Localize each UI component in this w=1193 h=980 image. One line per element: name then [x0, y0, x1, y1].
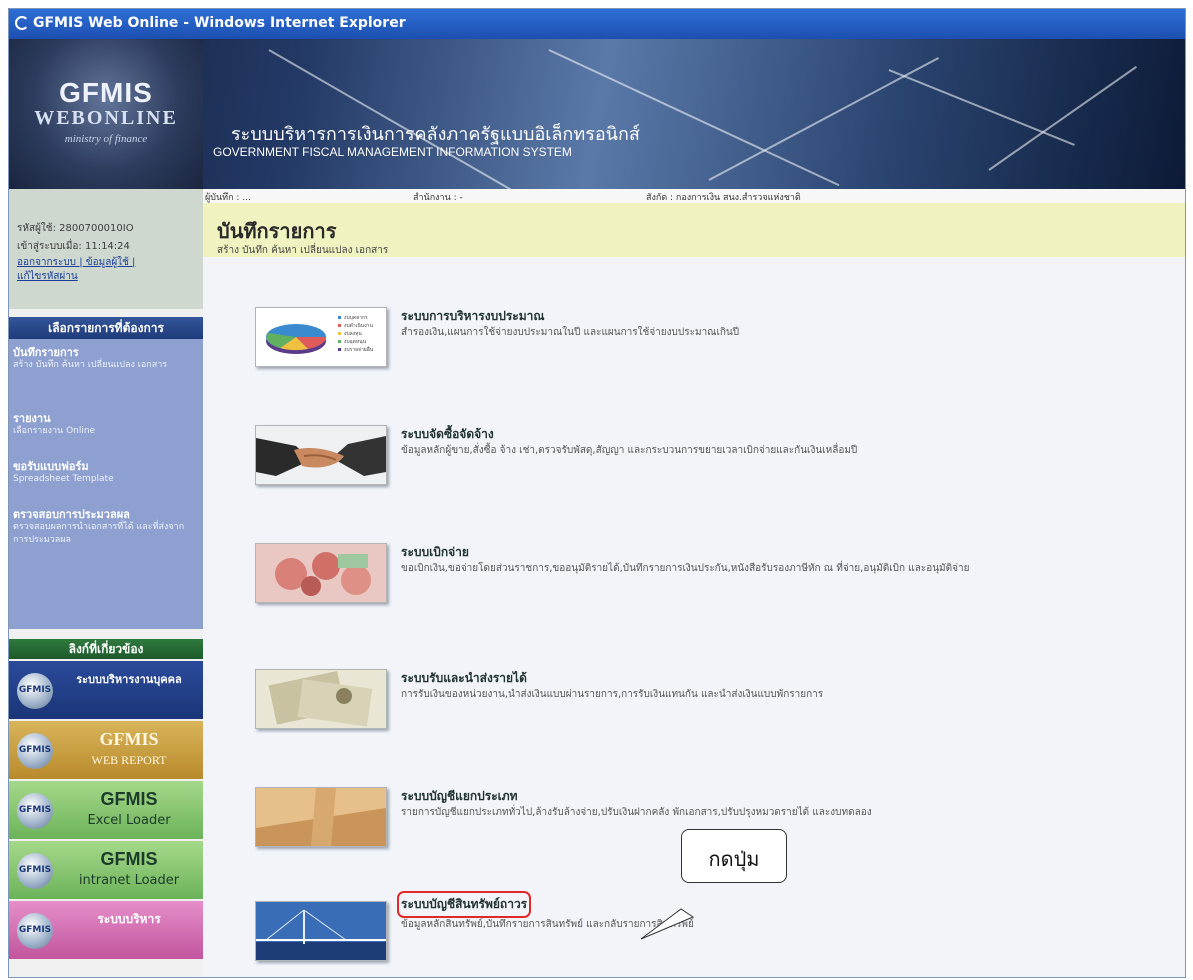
ledger-thumbnail[interactable] — [255, 787, 387, 847]
pie-legend-item: งบบุคลากร — [344, 315, 368, 321]
bridge-thumbnail[interactable] — [255, 901, 387, 961]
page-subtitle: สร้าง บันทึก ค้นหา เปลี่ยนแปลง เอกสาร — [217, 245, 389, 256]
system-title[interactable]: ระบบการบริหารงบประมาณ — [401, 307, 545, 326]
pie-legend-item: งบดำเนินงาน — [344, 322, 373, 329]
left-sidebar: รหัสผู้ใช้: 2800700010IO เข้าสู่ระบบเมื่… — [9, 189, 203, 977]
login-time: เข้าสู่ระบบเมื่อ: 11:14:24 — [17, 241, 130, 252]
info-bar: ผู้บันทึก : ... สำนักงาน : - สังกัด : กอ… — [203, 189, 1185, 203]
gfmis-banner: GFMIS WEBONLINE ministry of finance ระบบ… — [9, 39, 1185, 189]
globe-icon: GFMIS — [17, 853, 53, 889]
callout-text: กดปุ่ม — [708, 847, 760, 871]
system-desc: การรับเงินของหน่วยงาน,นำส่งเงินแบบผ่านรา… — [401, 689, 824, 700]
window-title: GFMIS Web Online - Windows Internet Expl… — [33, 15, 406, 31]
pie-legend-item: งบรายจ่ายอื่น — [344, 346, 374, 353]
sidebar-item-record[interactable]: บันทึกรายการ สร้าง บันทึก ค้นหา เปลี่ยนแ… — [9, 343, 203, 395]
budget-chart-thumbnail[interactable]: งบบุคลากร งบดำเนินงาน งบลงทุน งบอุดหนุน … — [255, 307, 387, 367]
title-bar: GFMIS Web Online - Windows Internet Expl… — [9, 9, 1185, 39]
system-revenue[interactable]: ระบบรับและนำส่งรายได้ การรับเงินของหน่วย… — [255, 669, 1175, 749]
system-title[interactable]: ระบบเบิกจ่าย — [401, 543, 469, 562]
logout-link[interactable]: ออกจากระบบ | ข้อมูลผู้ใช้ | — [17, 255, 135, 270]
system-desc: ขอเบิกเงิน,ขอจ่ายโดยส่วนราชการ,ขออนุมัติ… — [401, 563, 970, 574]
quick-link-admin[interactable]: GFMIS ระบบบริหาร — [9, 901, 203, 959]
main-content: ผู้บันทึก : ... สำนักงาน : - สังกัด : กอ… — [203, 189, 1185, 977]
system-title[interactable]: ระบบบัญชีสินทรัพย์ถาวร — [396, 891, 532, 918]
globe-icon: GFMIS — [17, 793, 53, 829]
system-disbursement[interactable]: ระบบเบิกจ่าย ขอเบิกเงิน,ขอจ่ายโดยส่วนราช… — [255, 543, 1175, 623]
quick-link-web-report[interactable]: GFMIS GFMIS WEB REPORT — [9, 721, 203, 779]
system-desc: ข้อมูลหลักผู้ขาย,สั่งซื้อ จ้าง เช่า,ตรวจ… — [401, 445, 858, 456]
sidebar-item-report[interactable]: รายงาน เลือกรายงาน Online — [9, 409, 203, 445]
globe-icon: GFMIS — [17, 913, 53, 949]
pie-legend-item: งบลงทุน — [344, 331, 362, 337]
page-header: บันทึกรายการ สร้าง บันทึก ค้นหา เปลี่ยนแ… — [203, 203, 1185, 257]
globe-icon: GFMIS — [17, 733, 53, 769]
menu-header: เลือกรายการที่ต้องการ — [9, 317, 203, 339]
sidebar-menu: บันทึกรายการ สร้าง บันทึก ค้นหา เปลี่ยนแ… — [9, 339, 203, 629]
callout-bubble: กดปุ่ม — [681, 829, 787, 883]
browser-window: GFMIS Web Online - Windows Internet Expl… — [8, 8, 1186, 978]
system-desc: สำรองเงิน,แผนการใช้จ่ายงบประมาณในปี และแ… — [401, 327, 740, 338]
user-id: รหัสผู้ใช้: 2800700010IO — [17, 223, 134, 234]
system-desc: ข้อมูลหลักสินทรัพย์,บันทึกรายการสินทรัพย… — [401, 919, 694, 930]
handshake-thumbnail[interactable] — [255, 425, 387, 485]
system-title[interactable]: ระบบบัญชีแยกประเภท — [401, 787, 518, 806]
user-info-box: รหัสผู้ใช้: 2800700010IO เข้าสู่ระบบเมื่… — [9, 189, 203, 309]
system-procurement[interactable]: ระบบจัดซื้อจัดจ้าง ข้อมูลหลักผู้ขาย,สั่ง… — [255, 425, 1175, 505]
banner-title-th: ระบบบริหารการเงินการคลังภาครัฐแบบอิเล็กท… — [231, 124, 640, 145]
system-desc: รายการบัญชีแยกประเภททั่วไป,ล้างรับล้างจ่… — [401, 807, 872, 818]
quick-link-intranet-loader[interactable]: GFMIS GFMIS intranet Loader — [9, 841, 203, 899]
pie-legend-item: งบอุดหนุน — [344, 339, 367, 345]
sidebar-item-process-check[interactable]: ตรวจสอบการประมวลผล ตรวจสอบผลการนำเอกสารท… — [9, 505, 203, 557]
recorder-label: ผู้บันทึก : ... — [205, 193, 251, 203]
office-label: สำนักงาน : - — [413, 193, 463, 203]
banknotes-thumbnail[interactable] — [255, 543, 387, 603]
globe-icon: GFMIS — [17, 673, 53, 709]
quick-link-personnel[interactable]: GFMIS ระบบบริหารงานบุคคล — [9, 661, 203, 719]
quick-link-excel-loader[interactable]: GFMIS GFMIS Excel Loader — [9, 781, 203, 839]
sidebar-item-forms[interactable]: ขอรับแบบฟอร์ม Spreadsheet Template — [9, 457, 203, 493]
system-title[interactable]: ระบบจัดซื้อจัดจ้าง — [401, 425, 494, 444]
related-links-header: ลิงก์ที่เกี่ยวข้อง — [9, 639, 203, 659]
system-title[interactable]: ระบบรับและนำส่งรายได้ — [401, 669, 527, 688]
gfmis-logo: GFMIS WEBONLINE ministry of finance — [9, 39, 203, 189]
affiliation-label: สังกัด : กองการเงิน สนง.สำรวจแห่งชาติ — [646, 193, 801, 203]
ie-icon — [15, 16, 29, 30]
system-budget[interactable]: งบบุคลากร งบดำเนินงาน งบลงทุน งบอุดหนุน … — [255, 307, 1175, 387]
revenue-thumbnail[interactable] — [255, 669, 387, 729]
change-password-link[interactable]: แก้ไขรหัสผ่าน — [17, 269, 78, 284]
banner-title-en: GOVERNMENT FISCAL MANAGEMENT INFORMATION… — [213, 145, 572, 159]
